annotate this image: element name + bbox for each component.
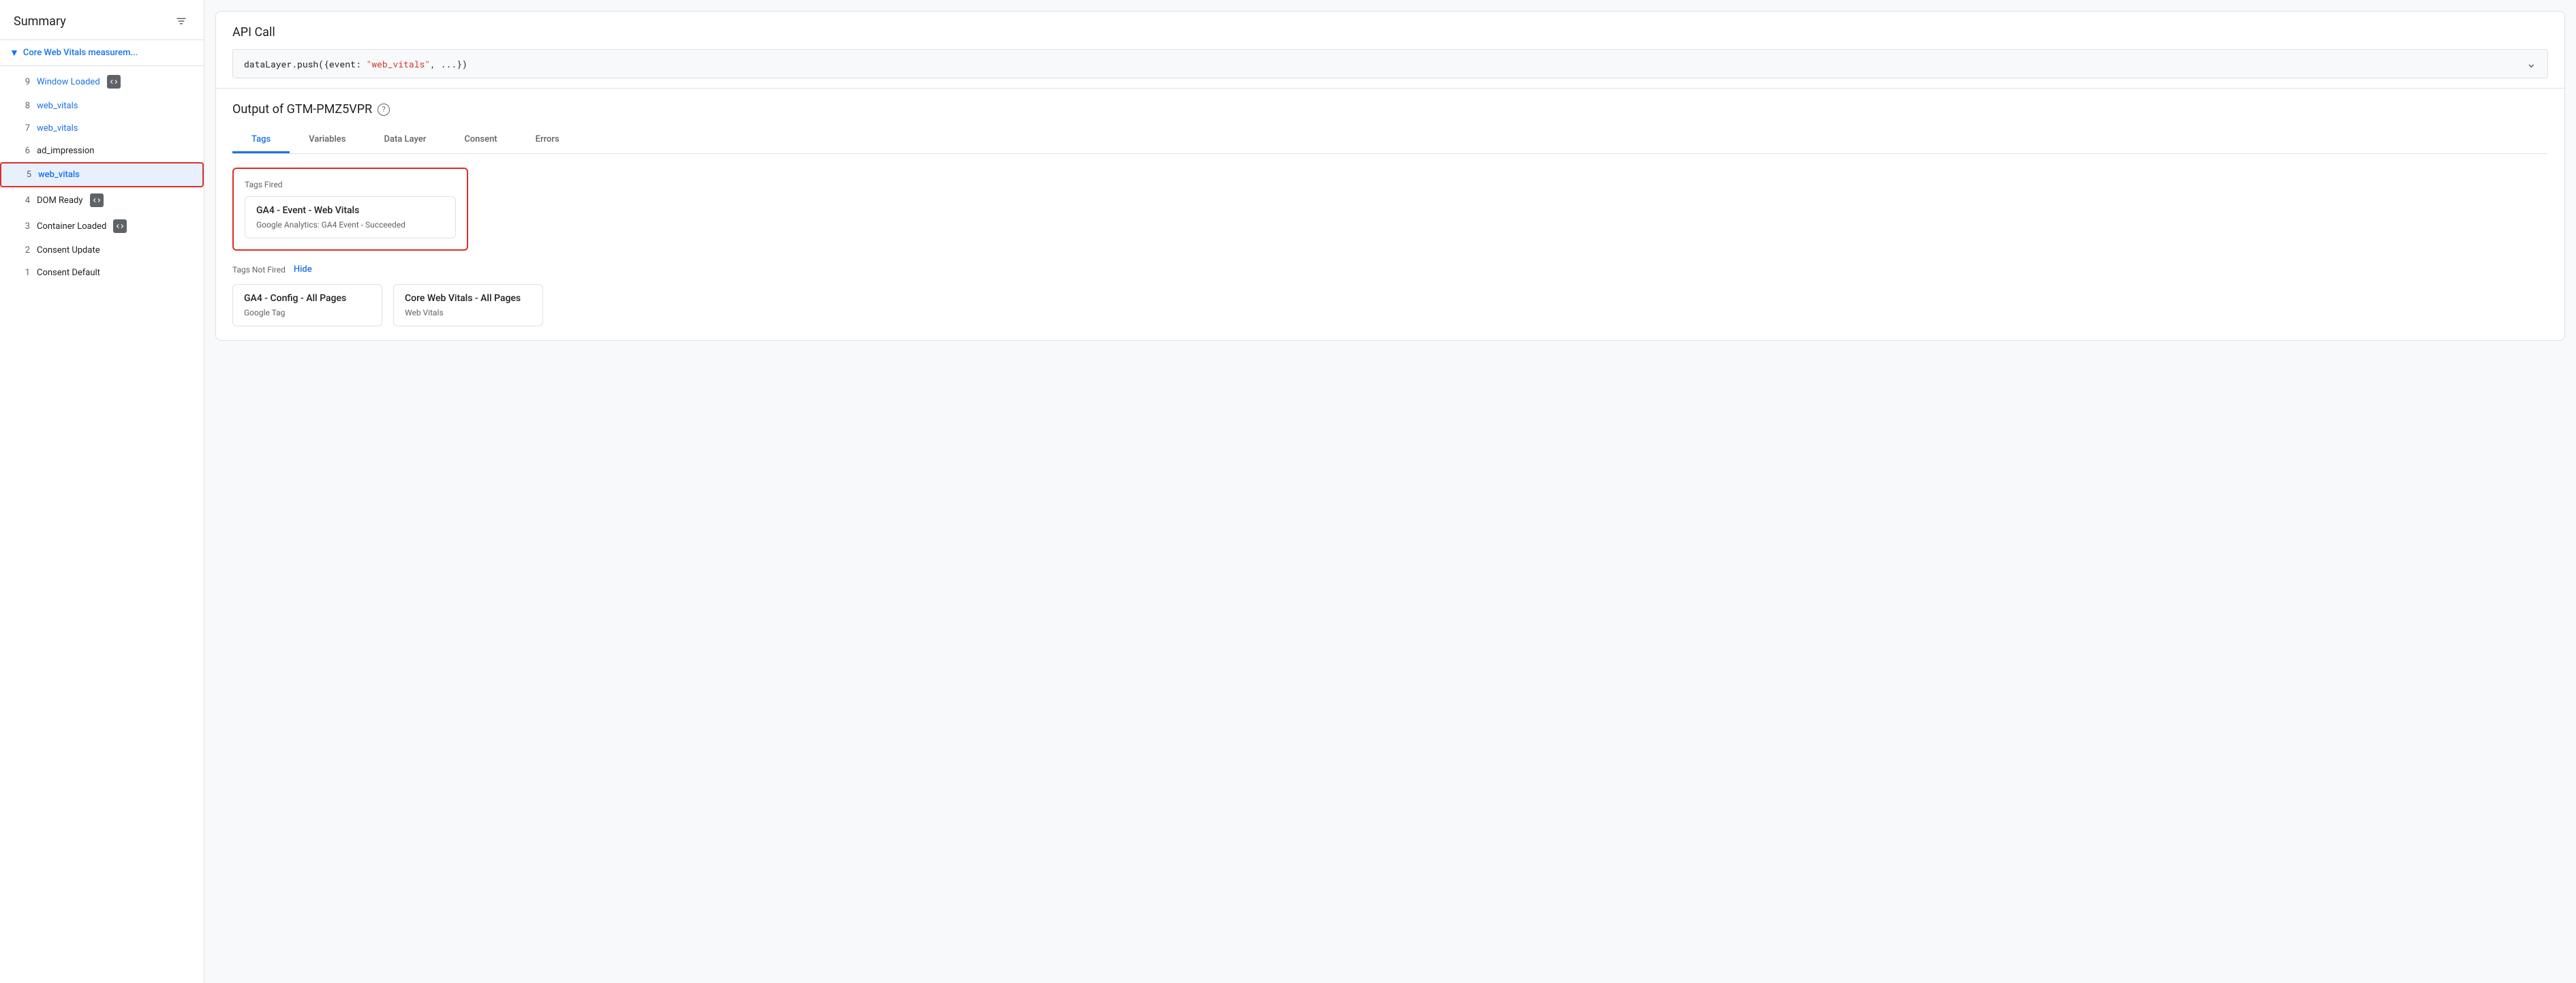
output-title-text: Output of GTM-PMZ5VPR	[232, 102, 372, 116]
cwv-header[interactable]: ▼ Core Web Vitals measurem...	[0, 40, 204, 65]
tags-not-fired-label: Tags Not Fired	[232, 265, 286, 275]
cwv-section: ▼ Core Web Vitals measurem...	[0, 40, 204, 66]
item-num-5: 5	[20, 170, 31, 180]
api-call-title: API Call	[232, 25, 2548, 40]
item-label-6: ad_impression	[37, 146, 94, 156]
sidebar-title: Summary	[14, 14, 66, 29]
info-icon[interactable]: ?	[378, 104, 390, 116]
hide-link[interactable]: Hide	[294, 264, 312, 275]
tags-not-fired-cards: GA4 - Config - All Pages Google Tag Core…	[232, 284, 2548, 326]
tab-errors[interactable]: Errors	[517, 127, 579, 153]
code-before: dataLayer.push({event:	[244, 58, 366, 70]
tab-variables[interactable]: Variables	[290, 127, 365, 153]
item-num-3: 3	[19, 221, 30, 232]
sidebar-item-3[interactable]: 3 Container Loaded	[0, 213, 204, 239]
tag-icon-3	[113, 219, 127, 233]
tag-not-fired-subtitle-0: Google Tag	[244, 308, 371, 317]
code-after: , ...})	[430, 58, 467, 70]
tag-not-fired-card-1[interactable]: Core Web Vitals - All Pages Web Vitals	[393, 284, 543, 326]
item-label-9: Window Loaded	[37, 77, 100, 87]
filter-icon	[175, 15, 187, 27]
item-label-3: Container Loaded	[37, 221, 106, 232]
output-section: Output of GTM-PMZ5VPR ? Tags Variables D…	[216, 89, 2564, 340]
item-num-8: 8	[19, 101, 30, 111]
tag-icon-9	[107, 75, 121, 89]
item-num-2: 2	[19, 245, 30, 255]
sidebar-header: Summary	[0, 0, 204, 40]
item-label-2: Consent Update	[37, 245, 100, 255]
tag-not-fired-subtitle-1: Web Vitals	[405, 308, 532, 317]
tag-not-fired-title-1: Core Web Vitals - All Pages	[405, 293, 532, 304]
code-string: "web_vitals"	[366, 58, 430, 70]
code-row: dataLayer.push({event: "web_vitals", ...…	[232, 49, 2548, 78]
sidebar-item-4[interactable]: 4 DOM Ready	[0, 187, 204, 213]
item-label-5: web_vitals	[38, 170, 80, 180]
item-num-6: 6	[19, 146, 30, 156]
item-num-7: 7	[19, 123, 30, 134]
expand-icon[interactable]: ⌄	[2526, 57, 2536, 71]
item-num-4: 4	[19, 196, 30, 206]
sidebar-item-2[interactable]: 2 Consent Update	[0, 239, 204, 262]
tab-tags[interactable]: Tags	[232, 127, 290, 153]
tags-content: Tags Fired GA4 - Event - Web Vitals Goog…	[232, 168, 2548, 326]
tag-fired-card-0[interactable]: GA4 - Event - Web Vitals Google Analytic…	[245, 196, 456, 238]
api-call-section: API Call dataLayer.push({event: "web_vit…	[216, 12, 2564, 89]
code-icon-3	[116, 222, 124, 230]
tag-fired-subtitle-0: Google Analytics: GA4 Event - Succeeded	[256, 220, 444, 230]
sidebar-item-7[interactable]: 7 web_vitals	[0, 117, 204, 140]
tab-consent[interactable]: Consent	[445, 127, 516, 153]
tags-fired-box: Tags Fired GA4 - Event - Web Vitals Goog…	[232, 168, 468, 251]
code-snippet: dataLayer.push({event: "web_vitals", ...…	[244, 58, 467, 70]
chevron-down-icon: ▼	[10, 47, 19, 59]
tabs-row: Tags Variables Data Layer Consent Errors	[232, 127, 2548, 154]
item-num-9: 9	[19, 77, 30, 87]
filter-icon-btn[interactable]	[172, 12, 190, 30]
main-panel: API Call dataLayer.push({event: "web_vit…	[215, 11, 2565, 341]
sidebar-item-8[interactable]: 8 web_vitals	[0, 95, 204, 117]
sidebar-item-1[interactable]: 1 Consent Default	[0, 262, 204, 284]
item-label-4: DOM Ready	[37, 196, 83, 206]
tag-icon-4	[90, 193, 104, 207]
tab-data-layer[interactable]: Data Layer	[365, 127, 445, 153]
code-icon	[110, 78, 118, 86]
sidebar-item-6[interactable]: 6 ad_impression	[0, 140, 204, 162]
code-icon-4	[93, 196, 101, 204]
sidebar-item-5[interactable]: 5 web_vitals	[0, 162, 204, 187]
item-label-8: web_vitals	[37, 101, 78, 111]
sidebar-item-9[interactable]: 9 Window Loaded	[0, 69, 204, 95]
tag-not-fired-title-0: GA4 - Config - All Pages	[244, 293, 371, 304]
tags-fired-label: Tags Fired	[245, 180, 456, 189]
item-label-7: web_vitals	[37, 123, 78, 134]
tag-not-fired-card-0[interactable]: GA4 - Config - All Pages Google Tag	[232, 284, 382, 326]
item-num-1: 1	[19, 268, 30, 278]
sidebar-items: 9 Window Loaded 8 web_vitals 7 web_vital…	[0, 66, 204, 287]
item-label-1: Consent Default	[37, 268, 100, 278]
tags-not-fired-header: Tags Not Fired Hide	[232, 264, 2548, 275]
cwv-label: Core Web Vitals measurem...	[23, 48, 138, 58]
output-title: Output of GTM-PMZ5VPR ?	[232, 102, 2548, 116]
main-content: API Call dataLayer.push({event: "web_vit…	[204, 0, 2576, 983]
sidebar: Summary ▼ Core Web Vitals measurem... 9 …	[0, 0, 204, 983]
tag-fired-title-0: GA4 - Event - Web Vitals	[256, 205, 444, 216]
